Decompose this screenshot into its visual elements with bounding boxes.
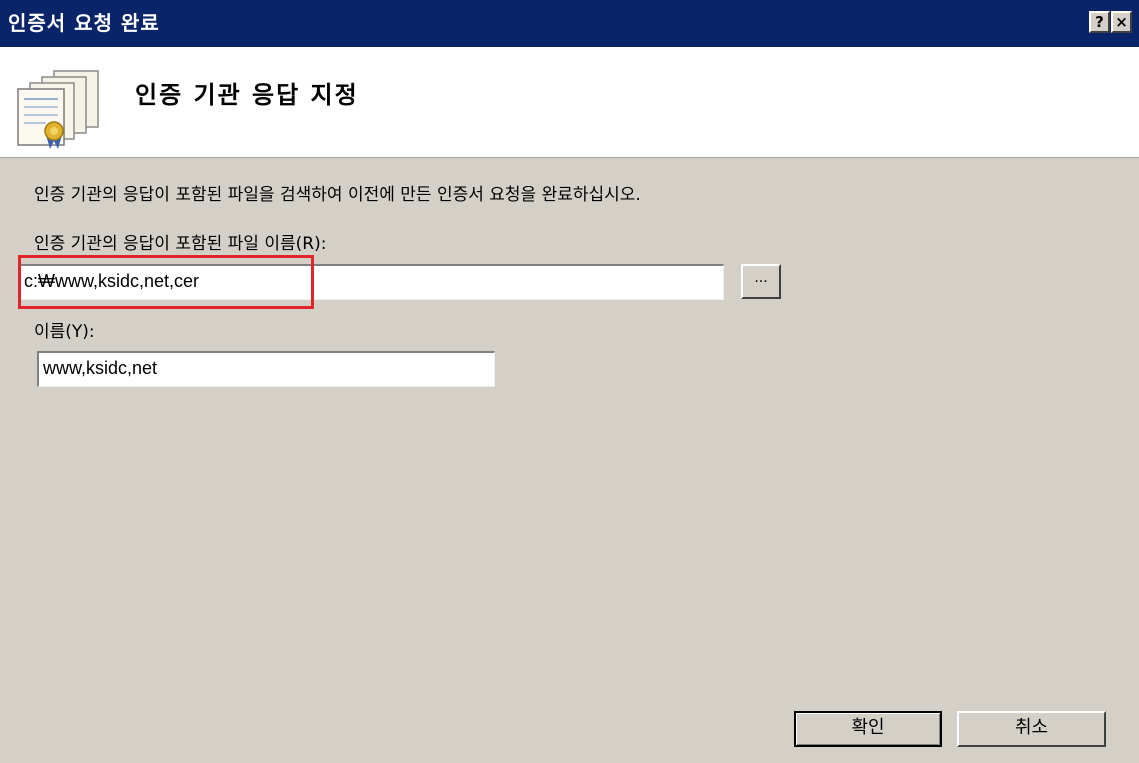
file-name-label: 인증 기관의 응답이 포함된 파일 이름(R):: [34, 234, 327, 254]
instruction-text: 인증 기관의 응답이 포함된 파일을 검색하여 이전에 만든 인증서 요청을 완…: [34, 185, 641, 205]
title-bar[interactable]: 인증서 요청 완료 ? ×: [0, 0, 1139, 47]
certificate-icon: [16, 65, 106, 151]
window-title: 인증서 요청 완료: [8, 11, 160, 35]
friendly-name-label: 이름(Y):: [34, 322, 95, 342]
ok-button[interactable]: 확인: [794, 711, 942, 747]
friendly-name-input[interactable]: www,ksidc,net: [37, 351, 495, 387]
highlight-box: [18, 255, 314, 309]
browse-button[interactable]: ...: [741, 264, 781, 299]
help-button[interactable]: ?: [1089, 11, 1110, 33]
wizard-header: 인증 기관 응답 지정: [0, 47, 1139, 158]
cancel-button[interactable]: 취소: [957, 711, 1106, 747]
page-title: 인증 기관 응답 지정: [135, 81, 359, 109]
close-button[interactable]: ×: [1111, 11, 1132, 33]
certificate-request-dialog: 인증서 요청 완료 ? × 인증 기관 응답 지정 인증 기관의 응답이 포함된…: [0, 0, 1139, 763]
